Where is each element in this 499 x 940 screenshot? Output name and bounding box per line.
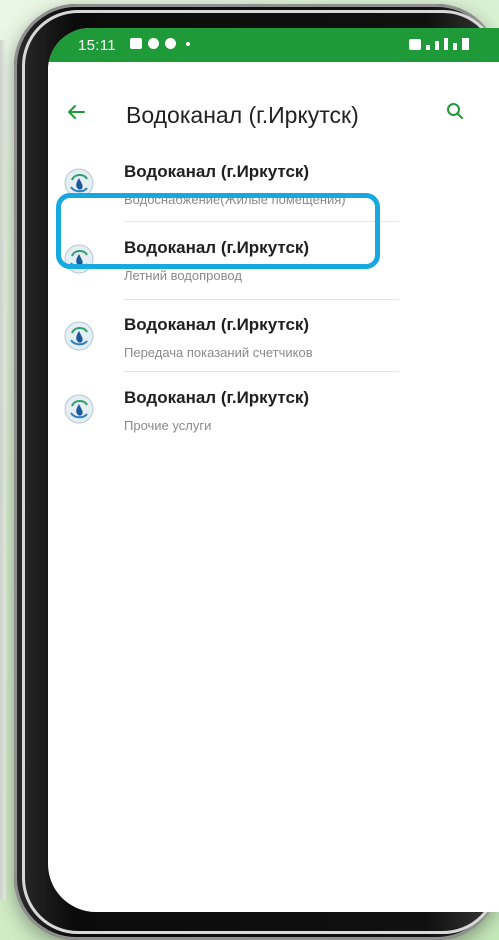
item-title: Водоканал (г.Иркутск) — [124, 315, 310, 334]
notification-icons — [130, 38, 190, 49]
battery-icon — [462, 38, 469, 50]
divider — [124, 299, 399, 300]
item-title: Водоканал (г.Иркутск) — [124, 238, 310, 257]
list-item[interactable]: Водоканал (г.Иркутск) Водоснабжение(Жилы… — [48, 162, 499, 240]
page-title: Водоканал (г.Иркутск) — [126, 102, 359, 128]
signal-bar-icon-2 — [435, 41, 439, 50]
divider — [124, 371, 399, 372]
app-notification-icon — [148, 38, 159, 49]
water-drop-logo-icon — [64, 168, 94, 198]
more-notifications-icon — [186, 41, 190, 46]
item-subtitle: Прочие услуги — [124, 418, 212, 433]
back-arrow-icon[interactable] — [66, 102, 86, 122]
item-title: Водоканал (г.Иркутск) — [124, 162, 310, 181]
water-drop-logo-icon — [64, 321, 94, 351]
divider — [124, 221, 399, 222]
item-subtitle: Летний водопровод — [124, 268, 242, 283]
item-subtitle: Передача показаний счетчиков — [124, 345, 313, 360]
status-bar: 15:11 — [48, 28, 499, 62]
search-icon[interactable] — [446, 102, 464, 120]
item-subtitle: Водоснабжение(Жилые помещения) — [124, 192, 346, 207]
app-bar: Водоканал (г.Иркутск) — [48, 62, 499, 160]
phone-screen: 15:11 Водоканал (г.Иркутск) Водоканал (г… — [48, 28, 499, 912]
signal-bar-icon-3 — [453, 43, 457, 50]
item-title: Водоканал (г.Иркутск) — [124, 388, 310, 407]
list-item[interactable]: Водоканал (г.Иркутск) Передача показаний… — [48, 315, 499, 393]
status-time: 15:11 — [78, 37, 116, 54]
list-item[interactable]: Водоканал (г.Иркутск) Прочие услуги — [48, 388, 499, 466]
list-item-highlighted[interactable]: Водоканал (г.Иркутск) Летний водопровод — [48, 238, 499, 316]
wifi-icon — [444, 38, 448, 50]
water-drop-logo-icon — [64, 244, 94, 274]
system-icons — [409, 38, 469, 50]
page-edge — [0, 40, 6, 900]
water-drop-logo-icon — [64, 394, 94, 424]
gallery-notification-icon — [130, 38, 142, 49]
app-notification-icon-2 — [165, 38, 176, 49]
signal-bar-icon — [426, 45, 430, 50]
alarm-icon — [409, 39, 421, 50]
